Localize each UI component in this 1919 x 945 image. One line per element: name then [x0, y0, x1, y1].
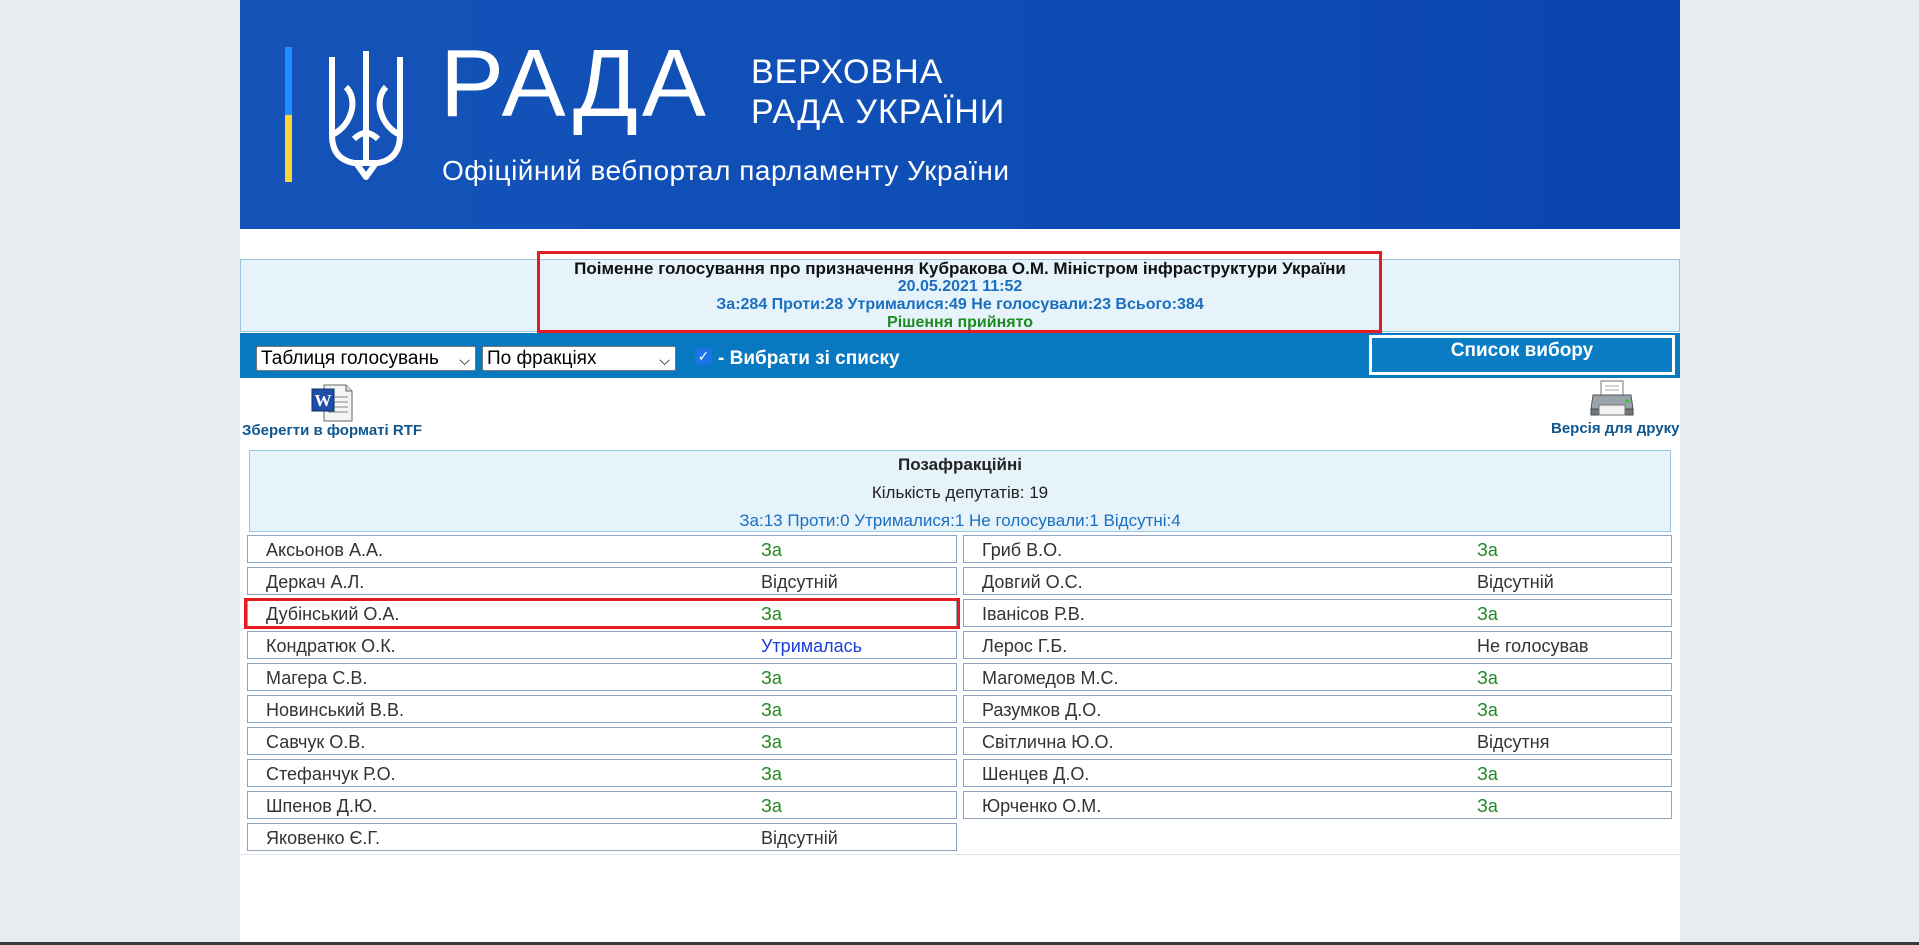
deputy-name[interactable]: Магера С.В. — [266, 668, 367, 689]
deputy-name[interactable]: Гриб В.О. — [982, 540, 1062, 561]
deputy-vote: Не голосував — [1477, 636, 1589, 656]
deputy-row: Савчук О.В. За — [247, 727, 957, 755]
deputy-row: Разумков Д.О. За — [963, 695, 1672, 723]
printer-icon[interactable] — [1589, 379, 1635, 419]
deputy-vote: За — [1477, 764, 1498, 784]
deputy-row: Іванісов Р.В. За — [963, 599, 1672, 627]
deputy-row: Шпенов Д.Ю. За — [247, 791, 957, 819]
deputy-row: Світлична Ю.О. Відсутня — [963, 727, 1672, 755]
deputy-name[interactable]: Стефанчук Р.О. — [266, 764, 396, 785]
deputy-vote: За — [1477, 796, 1498, 816]
deputy-name[interactable]: Савчук О.В. — [266, 732, 365, 753]
deputy-name[interactable]: Разумков Д.О. — [982, 700, 1101, 721]
deputy-row: Деркач А.Л. Відсутній — [247, 567, 957, 595]
toolbar: Таблиця голосувань ⌵ По фракціях ⌵ ✓ - В… — [240, 333, 1680, 378]
deputy-vote: Відсутній — [1477, 572, 1554, 592]
deputy-vote: За — [761, 700, 782, 720]
deputy-row: Стефанчук Р.О. За — [247, 759, 957, 787]
deputy-name[interactable]: Новинський В.В. — [266, 700, 404, 721]
deputy-vote: За — [761, 732, 782, 752]
deputy-name[interactable]: Іванісов Р.В. — [982, 604, 1085, 625]
deputy-row: Довгий О.С. Відсутній — [963, 567, 1672, 595]
page: РАДА ВЕРХОВНА РАДА УКРАЇНИ Офіційний веб… — [240, 0, 1680, 942]
deputy-name[interactable]: Аксьонов А.А. — [266, 540, 383, 561]
select-from-list-label: - Вибрати зі списку — [718, 348, 900, 369]
selection-list-button[interactable]: Список вибору — [1369, 335, 1675, 375]
view-select[interactable]: Таблиця голосувань ⌵ — [256, 346, 476, 371]
highlight-box-vote-info — [537, 251, 1382, 333]
view-select-value: Таблиця голосувань — [261, 348, 439, 369]
chevron-down-icon: ⌵ — [459, 352, 470, 368]
deputy-name[interactable]: Світлична Ю.О. — [982, 732, 1113, 753]
group-select-value: По фракціях — [487, 348, 597, 369]
deputy-row: Магера С.В. За — [247, 663, 957, 691]
deputy-name[interactable]: Шенцев Д.О. — [982, 764, 1089, 785]
deputy-row: Магомедов М.С. За — [963, 663, 1672, 691]
deputy-vote: Відсутній — [761, 572, 838, 592]
deputy-vote: Відсутня — [1477, 732, 1550, 752]
highlight-box-deputy — [244, 598, 960, 629]
deputy-vote: За — [761, 796, 782, 816]
save-rtf-link[interactable]: Зберегти в форматі RTF — [242, 422, 422, 439]
site-logo-subtitle-1: ВЕРХОВНА — [751, 53, 944, 91]
deputy-vote: За — [1477, 700, 1498, 720]
deputy-row: Юрченко О.М. За — [963, 791, 1672, 819]
deputy-row: Новинський В.В. За — [247, 695, 957, 723]
deputy-name[interactable]: Кондратюк О.К. — [266, 636, 396, 657]
deputy-vote: За — [1477, 540, 1498, 560]
group-select[interactable]: По фракціях ⌵ — [482, 346, 676, 371]
deputy-name[interactable]: Яковенко Є.Г. — [266, 828, 380, 849]
deputy-name[interactable]: Деркач А.Л. — [266, 572, 364, 593]
deputy-row: Яковенко Є.Г. Відсутній — [247, 823, 957, 851]
deputy-name[interactable]: Довгий О.С. — [982, 572, 1083, 593]
site-logo-title[interactable]: РАДА — [440, 36, 710, 132]
svg-text:W: W — [315, 391, 332, 410]
deputy-vote: За — [761, 540, 782, 560]
faction-totals: За:13 Проти:0 Утрималися:1 Не голосували… — [739, 511, 1181, 530]
flag-stripe — [285, 47, 292, 182]
deputy-row: Кондратюк О.К. Утрималась — [247, 631, 957, 659]
chevron-down-icon: ⌵ — [659, 352, 670, 368]
deputy-vote: За — [1477, 604, 1498, 624]
deputy-row: Гриб В.О. За — [963, 535, 1672, 563]
site-logo-subtitle-2: РАДА УКРАЇНИ — [751, 93, 1006, 131]
print-version-link[interactable]: Версія для друку — [1551, 420, 1679, 437]
deputy-vote: Утрималась — [761, 636, 863, 656]
select-from-list-checkbox[interactable]: ✓ — [695, 348, 712, 365]
deputy-vote: Відсутній — [761, 828, 838, 848]
deputy-row: Лерос Г.Б. Не голосував — [963, 631, 1672, 659]
deputy-name[interactable]: Юрченко О.М. — [982, 796, 1101, 817]
trident-icon — [329, 51, 403, 180]
site-tagline: Офіційний вебпортал парламенту України — [442, 155, 1010, 186]
faction-name: Позафракційні — [898, 455, 1022, 474]
deputy-name[interactable]: Лерос Г.Б. — [982, 636, 1067, 657]
word-document-icon[interactable]: W — [310, 383, 354, 423]
deputy-name[interactable]: Магомедов М.С. — [982, 668, 1118, 689]
faction-count: Кількість депутатів: 19 — [871, 483, 1049, 502]
deputy-vote: За — [761, 668, 782, 688]
site-header: РАДА ВЕРХОВНА РАДА УКРАЇНИ Офіційний веб… — [240, 0, 1680, 229]
deputy-vote: За — [761, 764, 782, 784]
divider — [240, 854, 1680, 855]
deputy-vote: За — [1477, 668, 1498, 688]
deputy-name[interactable]: Шпенов Д.Ю. — [266, 796, 377, 817]
deputy-row: Шенцев Д.О. За — [963, 759, 1672, 787]
deputy-row: Аксьонов А.А. За — [247, 535, 957, 563]
faction-panel: Позафракційні Кількість депутатів: 19 За… — [249, 450, 1671, 532]
